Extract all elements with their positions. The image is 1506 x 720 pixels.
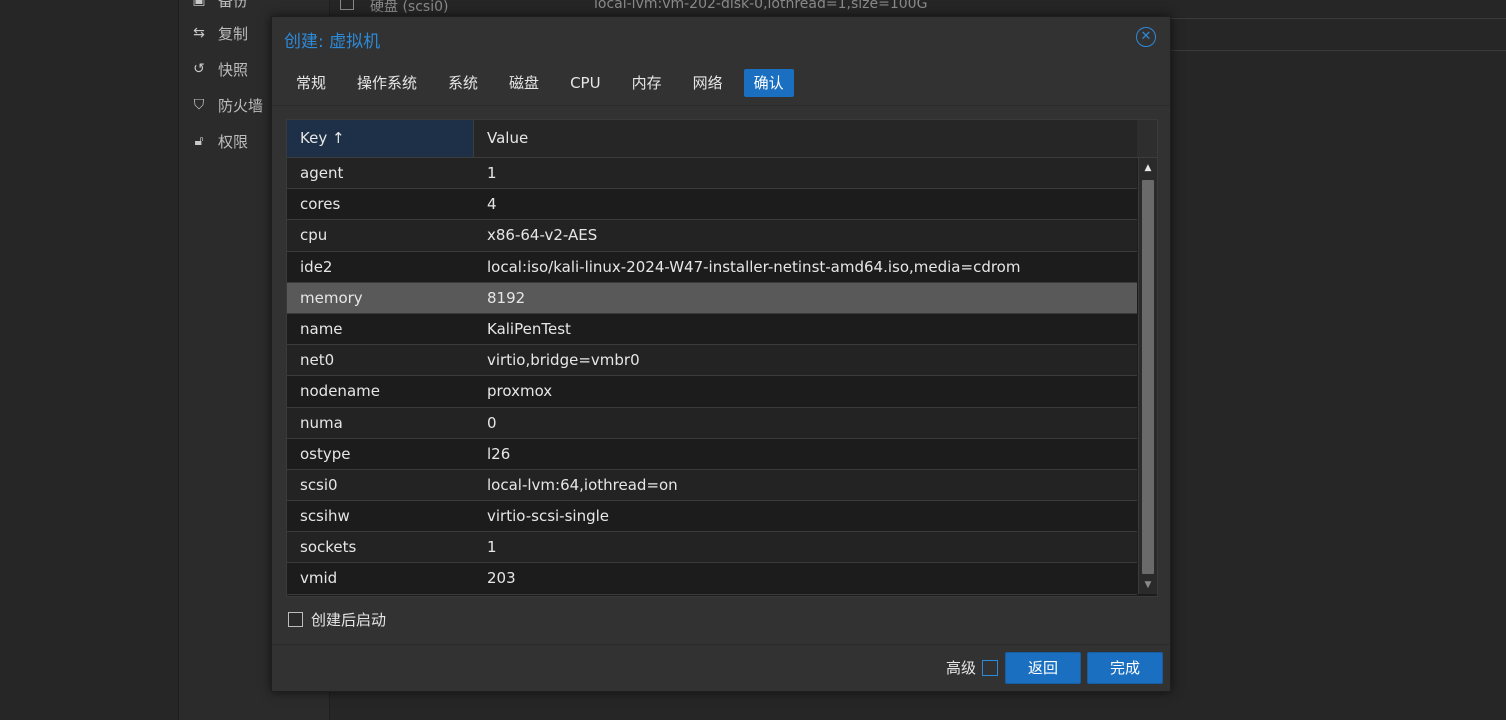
back-button[interactable]: 返回 (1005, 652, 1081, 684)
row-value: KaliPenTest (487, 319, 571, 338)
row-key: net0 (300, 351, 335, 370)
firewall-shield-icon: ⛉ (193, 97, 205, 113)
confirm-panel: Key ↑ Value agent 1 cores 4 cpu x86-64-v2-AES… (272, 106, 1170, 645)
table-row[interactable]: ostype l26 (287, 438, 1137, 470)
tab-general[interactable]: 常规 (286, 69, 336, 97)
grid-scrollbar[interactable]: ▲ ▼ (1138, 158, 1157, 594)
table-row[interactable]: ide2 local:iso/kali-linux-2024-W47-instal… (287, 251, 1137, 283)
column-header-key[interactable]: Key ↑ (287, 120, 474, 157)
row-key: ide2 (300, 257, 333, 276)
tab-os[interactable]: 操作系统 (347, 69, 427, 97)
hardware-label: 硬盘 (scsi0) (370, 0, 449, 15)
row-key: scsi0 (300, 475, 338, 494)
dialog-title: 创建: 虚拟机 (284, 32, 381, 52)
row-key: cpu (300, 226, 328, 245)
advanced-label: 高级 (945, 659, 976, 677)
scroll-down-icon[interactable]: ▼ (1139, 576, 1157, 594)
start-after-create-checkbox[interactable] (288, 612, 303, 627)
grid-header-corner (1137, 120, 1157, 158)
table-row[interactable]: nodename proxmox (287, 376, 1137, 408)
row-value: 1 (487, 164, 497, 182)
grid-rows: agent 1 cores 4 cpu x86-64-v2-AES ide2 local:is… (287, 158, 1137, 595)
table-row[interactable]: sockets 1 (287, 532, 1137, 564)
table-row[interactable]: cpu x86-64-v2-AES (287, 220, 1137, 252)
row-value: x86-64-v2-AES (487, 226, 598, 245)
column-header-value[interactable]: Value (475, 120, 528, 157)
row-key: cores (300, 195, 341, 214)
row-value: proxmox (487, 382, 553, 401)
table-row[interactable]: numa 0 (287, 407, 1137, 439)
tab-cpu[interactable]: CPU (560, 69, 611, 97)
background-left-pane (0, 0, 179, 720)
table-row[interactable]: vmid 203 (287, 563, 1137, 595)
table-row[interactable]: cores 4 (287, 189, 1137, 221)
dialog-footer: 高级 返回 完成 (272, 645, 1170, 691)
create-vm-dialog: 创建: 虚拟机 ✕ 常规 操作系统 系统 磁盘 CPU 内存 网络 确认 Key… (271, 16, 1171, 692)
row-key: sockets (300, 538, 357, 557)
row-value: 0 (487, 413, 497, 432)
table-row[interactable]: net0 virtio,bridge=vmbr0 (287, 345, 1137, 377)
background-hardware-row: 硬盘 (scsi0) local-lvm:vm-202-disk-0,iothr… (330, 0, 1506, 15)
nav-backup[interactable]: ▣ 备份 (190, 0, 248, 12)
tab-confirm[interactable]: 确认 (743, 69, 794, 97)
row-key: memory (300, 288, 363, 307)
row-value: 8192 (487, 288, 526, 307)
hardware-value: local-lvm:vm-202-disk-0,iothread=1,size=… (594, 0, 928, 12)
close-icon[interactable]: ✕ (1136, 27, 1156, 47)
row-key: numa (300, 413, 343, 432)
backup-icon: ▣ (192, 0, 206, 8)
nav-snapshot[interactable]: ↺ 快照 (190, 57, 248, 81)
row-key: name (300, 319, 343, 338)
start-after-create-option[interactable]: 创建后启动 (288, 609, 386, 630)
hard-disk-icon (340, 0, 354, 10)
finish-button[interactable]: 完成 (1087, 652, 1163, 684)
table-row[interactable]: name KaliPenTest (287, 313, 1137, 346)
table-row[interactable]: scsihw virtio-scsi-single (287, 501, 1137, 533)
unlock-icon: 🔓︎ (194, 133, 204, 149)
nav-firewall[interactable]: ⛉ 防火墙 (190, 93, 263, 117)
tab-memory[interactable]: 内存 (622, 69, 672, 97)
scroll-up-icon[interactable]: ▲ (1139, 158, 1157, 178)
tab-disks[interactable]: 磁盘 (499, 69, 549, 97)
summary-grid: Key ↑ Value agent 1 cores 4 cpu x86-64-v2-AES… (286, 119, 1158, 597)
row-value: l26 (487, 444, 511, 463)
wizard-tabs: 常规 操作系统 系统 磁盘 CPU 内存 网络 确认 (286, 69, 805, 97)
row-value: local-lvm:64,iothread=on (487, 475, 678, 494)
row-value: 4 (487, 195, 497, 214)
advanced-checkbox[interactable] (982, 659, 998, 676)
row-value: virtio-scsi-single (487, 507, 609, 526)
replicate-icon: ⇆ (193, 25, 205, 41)
snapshot-icon: ↺ (193, 61, 205, 77)
row-key: scsihw (300, 507, 350, 526)
scroll-thumb[interactable] (1142, 180, 1154, 574)
row-key: nodename (300, 382, 380, 401)
row-value: local:iso/kali-linux-2024-W47-installer-… (487, 257, 1021, 276)
row-key: ostype (300, 444, 351, 463)
tab-system[interactable]: 系统 (438, 69, 488, 97)
table-row[interactable]: memory 8192 (287, 282, 1137, 314)
table-row[interactable]: scsi0 local-lvm:64,iothread=on (287, 469, 1137, 502)
tab-network[interactable]: 网络 (683, 69, 733, 97)
row-key: vmid (300, 569, 338, 588)
row-value: 203 (487, 569, 516, 588)
row-value: virtio,bridge=vmbr0 (487, 351, 640, 370)
row-key: agent (300, 164, 344, 182)
nav-permissions[interactable]: 🔓︎ 权限 (190, 129, 248, 153)
advanced-option[interactable]: 高级 (946, 657, 998, 678)
nav-replicate[interactable]: ⇆ 复制 (190, 21, 248, 45)
table-row[interactable]: agent 1 (287, 158, 1137, 190)
row-value: 1 (487, 538, 497, 557)
grid-header: Key ↑ Value (287, 120, 1137, 158)
start-after-create-label: 创建后启动 (311, 611, 387, 629)
